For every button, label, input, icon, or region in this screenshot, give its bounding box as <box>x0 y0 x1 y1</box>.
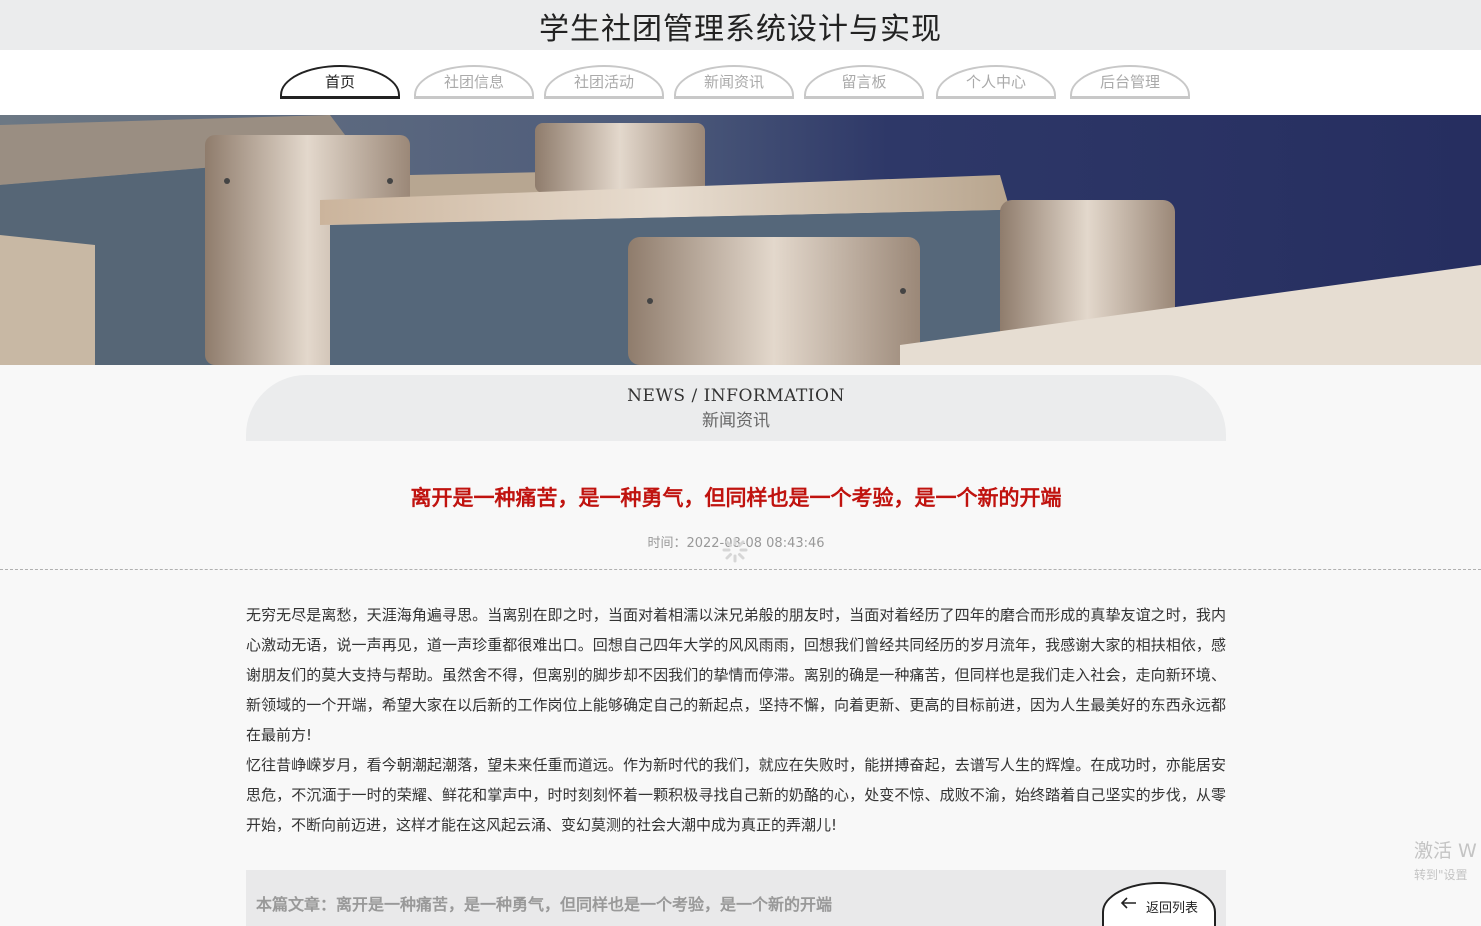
article-paragraph: 无穷无尽是离愁，天涯海角遍寻思。当离别在即之时，当面对着相濡以沫兄弟般的朋友时，… <box>246 606 1226 744</box>
classroom-illustration <box>0 115 1481 365</box>
activation-watermark: 激活 W 转到"设置 <box>1414 836 1481 883</box>
nav-label: 个人中心 <box>965 73 1026 91</box>
section-header: NEWS / INFORMATION 新闻资讯 <box>246 375 1226 441</box>
app-title: 学生社团管理系统设计与实现 <box>539 12 942 47</box>
app-header: 学生社团管理系统设计与实现 <box>0 0 1481 50</box>
main-nav: 首页 社团信息 社团活动 新闻资讯 留言板 个人中心 后台管理 <box>0 50 1481 115</box>
nav-item-personal-center[interactable]: 个人中心 <box>936 65 1056 99</box>
nav-label: 后台管理 <box>1099 73 1160 91</box>
back-button-label: 返回列表 <box>1146 901 1199 916</box>
article-body: 无穷无尽是离愁，天涯海角遍寻思。当离别在即之时，当面对着相濡以沫兄弟般的朋友时，… <box>246 600 1226 840</box>
section-title-cn: 新闻资讯 <box>702 411 770 431</box>
nav-item-club-info[interactable]: 社团信息 <box>414 65 534 99</box>
arrow-left-icon <box>1120 897 1136 909</box>
nav-item-home[interactable]: 首页 <box>280 65 400 99</box>
time-value: 2022-08-08 08:43:46 <box>686 536 825 551</box>
current-article-label: 本篇文章：离开是一种痛苦，是一种勇气，但同样也是一个考验，是一个新的开端 <box>256 895 833 914</box>
article-paragraph: 忆往昔峥嵘岁月，看今朝潮起潮落，望未来任重而道远。作为新时代的我们，就应在失败时… <box>246 756 1226 834</box>
nav-item-club-activities[interactable]: 社团活动 <box>544 65 664 99</box>
watermark-line1: 激活 W <box>1414 840 1477 862</box>
time-label: 时间： <box>647 536 687 551</box>
nav-label: 社团信息 <box>443 73 504 91</box>
divider <box>0 569 1481 570</box>
nav-label: 留言板 <box>841 73 887 91</box>
article-footer: 本篇文章：离开是一种痛苦，是一种勇气，但同样也是一个考验，是一个新的开端 返回列… <box>246 870 1226 926</box>
nav-item-message-board[interactable]: 留言板 <box>804 65 924 99</box>
nav-label: 新闻资讯 <box>703 73 764 91</box>
nav-item-news[interactable]: 新闻资讯 <box>674 65 794 99</box>
nav-label: 社团活动 <box>573 73 634 91</box>
watermark-line2: 转到"设置 <box>1414 868 1468 882</box>
nav-label: 首页 <box>324 73 355 91</box>
section-title-en: NEWS / INFORMATION <box>627 386 845 406</box>
article-title: 离开是一种痛苦，是一种勇气，但同样也是一个考验，是一个新的开端 <box>410 486 1062 510</box>
loading-spinner-icon <box>722 537 748 563</box>
nav-item-admin[interactable]: 后台管理 <box>1070 65 1190 99</box>
banner-image <box>0 115 1481 365</box>
back-to-list-button[interactable]: 返回列表 <box>1102 882 1216 926</box>
